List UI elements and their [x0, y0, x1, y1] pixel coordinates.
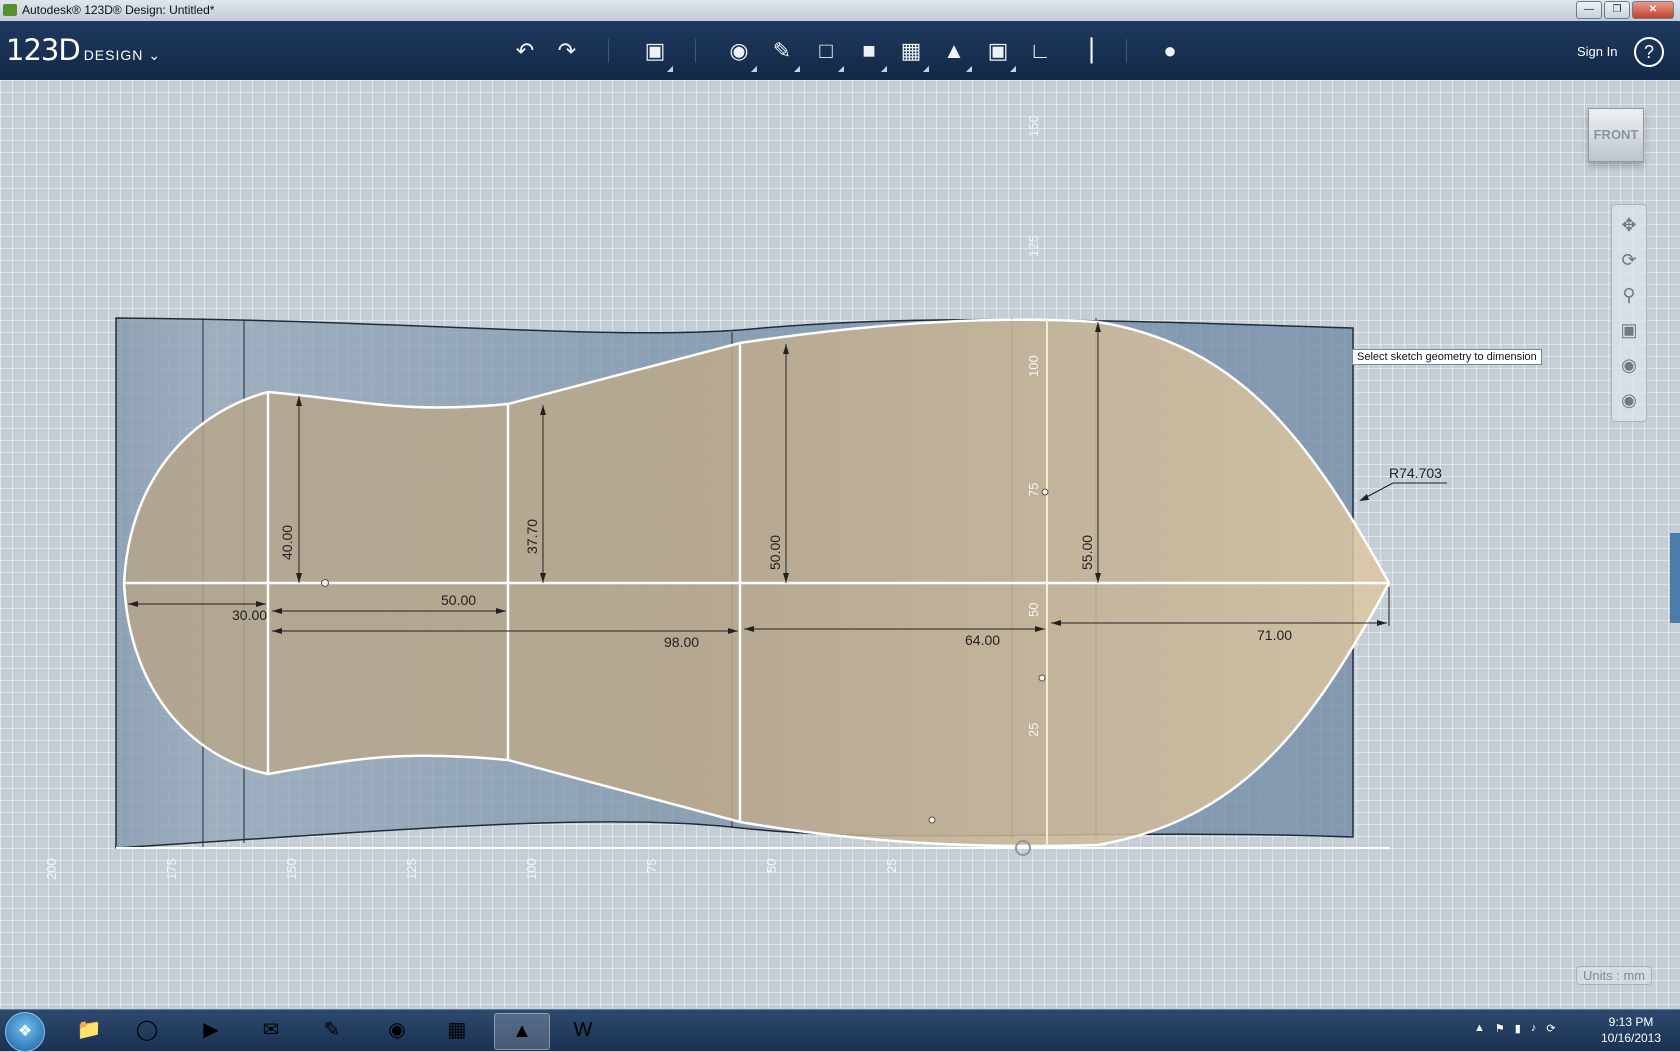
- explorer-icon[interactable]: 📁: [62, 1013, 116, 1048]
- material-icon[interactable]: ●: [1154, 35, 1186, 67]
- clock[interactable]: 9:13 PM 10/16/2013: [1595, 1014, 1667, 1046]
- navigation-bar: ✥ ⟳ ⚲ ▣ ◉ ◉: [1611, 204, 1647, 422]
- toolbar-separator: [1126, 39, 1127, 63]
- minimize-button[interactable]: —: [1576, 1, 1602, 19]
- ruler-label: 200: [44, 858, 59, 880]
- side-panel-toggle[interactable]: [1670, 533, 1680, 623]
- outlook-icon[interactable]: ✉: [244, 1013, 298, 1048]
- undo-icon[interactable]: ↶: [509, 35, 541, 67]
- tooltip-hint: Select sketch geometry to dimension: [1352, 349, 1542, 365]
- clock-date: 10/16/2013: [1600, 1031, 1662, 1045]
- snap-icon[interactable]: ∟: [1024, 35, 1056, 67]
- product-name: DESIGN: [83, 47, 144, 63]
- ruler-label: 150: [1026, 115, 1041, 137]
- system-tray: ▲ ⚑ ▮ ♪ ⟳: [1474, 1022, 1556, 1035]
- dimension-label[interactable]: 37.70: [524, 519, 540, 554]
- redo-icon[interactable]: ↷: [551, 35, 583, 67]
- radius-dimension-label[interactable]: R74.703: [1389, 465, 1442, 481]
- sketch-point[interactable]: [1041, 488, 1049, 496]
- sync-icon[interactable]: ⟳: [1546, 1022, 1555, 1035]
- visibility-icon[interactable]: ◉: [1615, 386, 1643, 414]
- volume-icon[interactable]: ♪: [1531, 1022, 1537, 1035]
- orbit-icon[interactable]: ⟳: [1615, 246, 1643, 274]
- construct-icon[interactable]: □ ◢: [810, 35, 844, 73]
- toolbar-separator: [608, 39, 609, 63]
- dimension-label[interactable]: 71.00: [1257, 627, 1292, 643]
- sign-in-link[interactable]: Sign In: [1577, 44, 1617, 59]
- ruler-label: 150: [284, 858, 299, 880]
- dimension-label[interactable]: 50.00: [441, 592, 476, 608]
- ruler-label: 50: [1026, 603, 1041, 617]
- sketch-point[interactable]: [928, 816, 936, 824]
- 123d-design-icon[interactable]: ▲: [494, 1013, 550, 1050]
- design-canvas[interactable]: 40.00 37.70 50.00 55.00 30.00 50.00 98.0…: [0, 80, 1680, 1009]
- dimension-label[interactable]: 30.00: [232, 607, 267, 623]
- transform-icon[interactable]: ▣ ◢: [639, 35, 673, 73]
- dimension-label[interactable]: 55.00: [1079, 535, 1095, 570]
- dimension-label[interactable]: 40.00: [279, 525, 295, 560]
- dimension-label[interactable]: 50.00: [767, 535, 783, 570]
- ruler-label: 100: [1026, 355, 1041, 377]
- control-panel-icon[interactable]: ▦: [430, 1013, 484, 1048]
- main-toolbar: 123D DESIGN ⌄ ↶ ↷ ▣ ◢ ◉ ◢ ✎ ◢ □ ◢ ■ ◢ ▦ ◢ ▲ ◢ ▣ ◢ …: [0, 21, 1680, 80]
- view-mode-icon[interactable]: ◉: [1615, 351, 1643, 379]
- window-controls: — ❐ ✕: [1576, 1, 1674, 19]
- restore-button[interactable]: ❐: [1604, 1, 1630, 19]
- chrome-icon[interactable]: ◉: [370, 1013, 424, 1048]
- primitives-icon[interactable]: ◉ ◢: [723, 35, 757, 73]
- pattern-icon[interactable]: ▦ ◢: [895, 35, 929, 73]
- window-titlebar: Autodesk® 123D® Design: Untitled* — ❐ ✕: [0, 0, 1680, 22]
- units-button[interactable]: Units : mm: [1576, 966, 1653, 985]
- brand-logo: 123D: [6, 33, 81, 67]
- clock-time: 9:13 PM: [1608, 1015, 1654, 1029]
- show-hidden-icons-icon[interactable]: ▲: [1474, 1022, 1485, 1035]
- ruler-label: 125: [1026, 235, 1041, 257]
- model-scene: 40.00 37.70 50.00 55.00 30.00 50.00 98.0…: [44, 115, 1447, 880]
- modify-icon[interactable]: ■ ◢: [853, 35, 887, 73]
- close-button[interactable]: ✕: [1632, 1, 1674, 19]
- ribbon-app-icon[interactable]: ✎: [305, 1013, 359, 1048]
- sketch-point[interactable]: [1038, 674, 1046, 682]
- ruler-label: 25: [884, 859, 899, 873]
- toolbar-separator: [695, 39, 696, 63]
- network-icon[interactable]: ▮: [1515, 1022, 1521, 1035]
- pan-icon[interactable]: ✥: [1615, 211, 1643, 239]
- sketch-icon[interactable]: ✎ ◢: [766, 35, 800, 73]
- ruler-label: 75: [644, 859, 659, 873]
- word-icon[interactable]: W: [556, 1013, 610, 1048]
- ruler-label: 50: [764, 859, 779, 873]
- internet-explorer-icon[interactable]: ◯: [120, 1013, 174, 1048]
- app-icon: [3, 4, 17, 16]
- media-player-icon[interactable]: ▶: [184, 1013, 238, 1048]
- ruler-label: 125: [404, 858, 419, 880]
- ruler-label: 75: [1026, 483, 1041, 497]
- flag-icon[interactable]: ⚑: [1495, 1022, 1505, 1035]
- ruler-label: 100: [524, 858, 539, 880]
- windows-taskbar: ❖ 📁 ◯ ▶ ✉ ✎ ◉ ▦ ▲ W ▲ ⚑ ▮ ♪ ⟳ 9:13 PM 10…: [0, 1009, 1680, 1052]
- dimension-label[interactable]: 98.00: [664, 634, 699, 650]
- measure-icon[interactable]: ▕: [1068, 35, 1100, 67]
- zoom-icon[interactable]: ⚲: [1615, 281, 1643, 309]
- combine-icon[interactable]: ▣ ◢: [982, 35, 1016, 73]
- start-button[interactable]: ❖: [5, 1012, 45, 1052]
- sketch-point[interactable]: [321, 579, 329, 587]
- fit-icon[interactable]: ▣: [1615, 316, 1643, 344]
- dimension-label[interactable]: 64.00: [965, 632, 1000, 648]
- viewcube[interactable]: FRONT: [1588, 108, 1644, 162]
- grouping-icon[interactable]: ▲ ◢: [938, 35, 972, 73]
- ruler-label: 25: [1026, 723, 1041, 737]
- help-button[interactable]: ?: [1634, 37, 1664, 67]
- window-title: Autodesk® 123D® Design: Untitled*: [22, 3, 215, 17]
- app-menu-button[interactable]: 123D DESIGN ⌄: [6, 33, 160, 67]
- chevron-down-icon: ⌄: [148, 47, 161, 63]
- ruler-label: 175: [164, 858, 179, 880]
